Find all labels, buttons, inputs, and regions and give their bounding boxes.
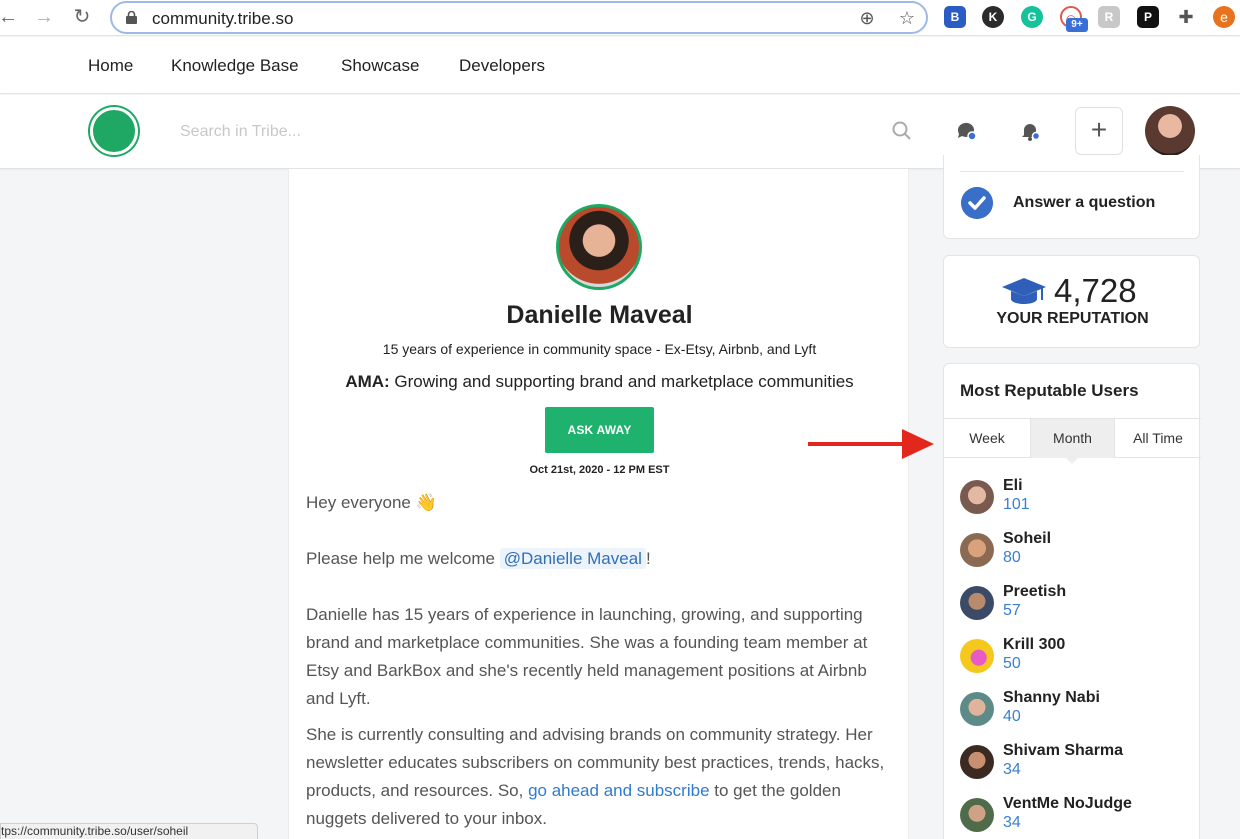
notification-bell-icon[interactable]: [1018, 119, 1042, 143]
answer-question-card[interactable]: Answer a question: [943, 155, 1200, 239]
welcome-prefix: Please help me welcome: [306, 549, 500, 568]
tab-month[interactable]: Month: [1030, 419, 1115, 458]
extension-badge: 9+: [1066, 18, 1088, 32]
user-name[interactable]: VentMe NoJudge: [1003, 795, 1132, 813]
user-score: 80: [1003, 549, 1021, 566]
browser-toolbar: ← → ↻ community.tribe.so ⊕ ☆ B K G ◎ 9+ …: [0, 0, 1240, 36]
ama-label: AMA:: [345, 372, 390, 391]
add-icon[interactable]: ⊕: [856, 7, 878, 29]
search-input[interactable]: [180, 115, 880, 149]
puzzle-icon[interactable]: ✚: [1175, 6, 1197, 28]
nav-showcase[interactable]: Showcase: [341, 56, 419, 76]
ama-topic-text: Growing and supporting brand and marketp…: [389, 372, 854, 391]
user-avatar[interactable]: [960, 586, 994, 620]
welcome-text: Please help me welcome @Danielle Maveal!: [306, 545, 896, 573]
red-arrow-annotation: [808, 429, 934, 459]
extension-icon[interactable]: B: [944, 6, 966, 28]
user-list-item[interactable]: Krill 300 50: [960, 636, 1190, 682]
nav-knowledge-base[interactable]: Knowledge Base: [171, 56, 299, 76]
lock-icon: [126, 11, 137, 24]
answer-question-label: Answer a question: [1013, 194, 1156, 211]
extension-icon[interactable]: K: [982, 6, 1004, 28]
ask-away-button[interactable]: ASK AWAY: [545, 407, 654, 453]
author-bio: 15 years of experience in community spac…: [382, 341, 817, 357]
extension-icon[interactable]: R: [1098, 6, 1120, 28]
url-text: community.tribe.so: [152, 9, 294, 28]
tab-week[interactable]: Week: [944, 419, 1030, 458]
user-name[interactable]: Krill 300: [1003, 636, 1065, 654]
author-name: Danielle Maveal: [506, 301, 693, 329]
status-bar-url: https://community.tribe.so/user/soheil: [0, 823, 258, 839]
bio-paragraph: Danielle has 15 years of experience in l…: [306, 605, 868, 708]
active-tab-pointer: [1065, 457, 1079, 464]
user-score: 34: [1003, 761, 1021, 778]
user-list-item[interactable]: Shanny Nabi 40: [960, 689, 1190, 735]
user-avatar[interactable]: [960, 480, 994, 514]
reputable-users-title: Most Reputable Users: [960, 381, 1139, 400]
user-list-item[interactable]: Eli 101: [960, 477, 1190, 523]
user-score: 50: [1003, 655, 1021, 672]
create-post-button[interactable]: +: [1075, 107, 1123, 155]
user-score: 34: [1003, 814, 1021, 831]
reputable-users-card: Most Reputable Users Week Month All Time…: [943, 363, 1201, 839]
user-name[interactable]: Shanny Nabi: [1003, 689, 1100, 707]
user-avatar[interactable]: [960, 745, 994, 779]
greeting-text: Hey everyone 👋: [306, 493, 437, 512]
extension-icon[interactable]: P: [1137, 6, 1159, 28]
user-name[interactable]: Shivam Sharma: [1003, 742, 1123, 760]
user-score: 57: [1003, 602, 1021, 619]
user-avatar[interactable]: [960, 639, 994, 673]
site-navigation: Home Knowledge Base Showcase Developers: [0, 37, 1240, 94]
author-avatar[interactable]: [556, 204, 642, 290]
address-bar[interactable]: community.tribe.so ⊕ ☆: [110, 1, 928, 34]
back-icon[interactable]: ←: [0, 5, 20, 29]
user-list-item[interactable]: Shivam Sharma 34: [960, 742, 1190, 788]
welcome-suffix: !: [645, 549, 651, 568]
user-avatar[interactable]: [960, 798, 994, 832]
user-list-item[interactable]: Soheil 80: [960, 530, 1190, 576]
user-list-item[interactable]: VentMe NoJudge 34: [960, 795, 1190, 839]
user-avatar[interactable]: [960, 533, 994, 567]
reputation-label: YOUR REPUTATION: [996, 310, 1149, 327]
check-circle-icon: [961, 187, 993, 219]
user-name[interactable]: Eli: [1003, 477, 1023, 495]
subscribe-link[interactable]: go ahead and subscribe: [528, 781, 709, 800]
profile-avatar[interactable]: e: [1213, 6, 1235, 28]
user-name[interactable]: Preetish: [1003, 583, 1066, 601]
user-name[interactable]: Soheil: [1003, 530, 1051, 548]
nav-developers[interactable]: Developers: [459, 56, 545, 76]
post-card: Danielle Maveal 15 years of experience i…: [288, 169, 909, 839]
user-score: 101: [1003, 496, 1030, 513]
grammarly-icon[interactable]: G: [1021, 6, 1043, 28]
user-avatar[interactable]: [1145, 106, 1195, 156]
graduation-cap-icon: [1002, 278, 1046, 304]
forward-icon[interactable]: →: [32, 5, 56, 29]
user-score: 40: [1003, 708, 1021, 725]
reputation-value: 4,728: [1054, 272, 1137, 309]
event-time: Oct 21st, 2020 - 12 PM EST: [529, 464, 670, 476]
tab-all-time[interactable]: All Time: [1115, 419, 1201, 458]
tribe-logo[interactable]: [90, 107, 138, 155]
user-mention[interactable]: @Danielle Maveal: [499, 548, 646, 569]
ama-topic: AMA: Growing and supporting brand and ma…: [289, 372, 910, 392]
user-avatar[interactable]: [960, 692, 994, 726]
period-tabs: Week Month All Time: [944, 418, 1201, 458]
nav-home[interactable]: Home: [88, 56, 133, 76]
user-list-item[interactable]: Preetish 57: [960, 583, 1190, 629]
search-icon[interactable]: [890, 119, 914, 143]
status-url: https://community.tribe.so/user/soheil: [0, 824, 189, 838]
reload-icon[interactable]: ↻: [70, 5, 94, 29]
newsletter-paragraph: She is currently consulting and advising…: [306, 721, 896, 833]
star-icon[interactable]: ☆: [896, 7, 918, 29]
chat-icon[interactable]: [955, 119, 979, 143]
reputation-card: 4,728 YOUR REPUTATION: [943, 255, 1200, 348]
divider: [960, 171, 1184, 172]
